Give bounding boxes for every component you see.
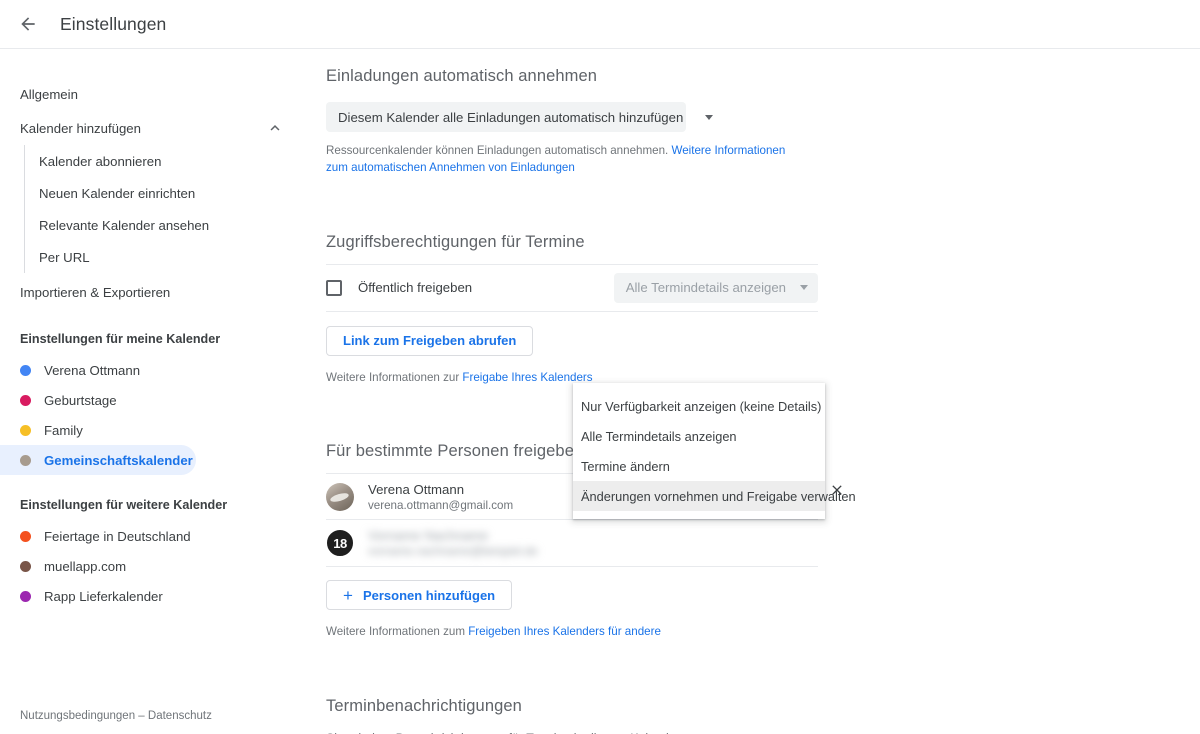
- auto-accept-select[interactable]: Diesem Kalender alle Einladungen automat…: [326, 102, 714, 132]
- settings-sidebar: Allgemein Kalender hinzufügen Kalender a…: [0, 49, 300, 734]
- auto-accept-select-value: Diesem Kalender alle Einladungen automat…: [338, 109, 684, 125]
- auto-accept-helper-text: Ressourcenkalender können Einladungen au…: [326, 143, 800, 177]
- close-icon: [832, 485, 842, 495]
- 18-plus-badge-avatar: 18: [326, 529, 354, 558]
- calendar-color-dot: [20, 394, 31, 406]
- sidebar-item-relevante-kalender-ansehen[interactable]: Relevante Kalender ansehen: [25, 209, 300, 241]
- calendar-label: Gemeinschaftskalender: [44, 452, 193, 468]
- footer-separator: –: [135, 710, 148, 722]
- sidebar-calendar-verena-ottmann[interactable]: Verena Ottmann: [0, 355, 196, 385]
- app-header: Einstellungen: [0, 0, 1200, 49]
- menu-item-label: Nur Verfügbarkeit anzeigen (keine Detail…: [581, 398, 822, 414]
- sidebar-item-importieren-exportieren[interactable]: Importieren & Exportieren: [0, 275, 300, 309]
- calendar-label: Verena Ottmann: [44, 362, 141, 378]
- sidebar-calendar-muellapp-com[interactable]: muellapp.com: [0, 551, 196, 581]
- sidebar-item-label: Kalender abonnieren: [39, 153, 162, 169]
- permission-dropdown-menu: Nur Verfügbarkeit anzeigen (keine Detail…: [573, 383, 856, 519]
- sidebar-item-allgemein[interactable]: Allgemein: [0, 77, 300, 111]
- sidebar-heading-other-calendars: Einstellungen für weitere Kalender: [20, 498, 228, 512]
- public-share-label: Öffentlich freigeben: [358, 280, 473, 296]
- public-share-checkbox[interactable]: [326, 279, 342, 296]
- page-title: Einstellungen: [60, 13, 167, 34]
- calendar-label: Geburtstage: [44, 392, 117, 408]
- calendar-label: Feiertage in Deutschland: [44, 528, 191, 544]
- person-row[interactable]: 18 Vorname Nachname vorname.nachname@bei…: [326, 520, 818, 568]
- share-people-helper-link[interactable]: Freigeben Ihres Kalenders für andere: [468, 625, 661, 638]
- sidebar-item-kalender-hinzufuegen[interactable]: Kalender hinzufügen: [0, 111, 300, 145]
- calendar-color-dot: [20, 530, 31, 542]
- sidebar-item-label: Relevante Kalender ansehen: [39, 217, 210, 233]
- person-email: verena.ottmann@gmail.com: [368, 498, 514, 512]
- add-people-button[interactable]: + Personen hinzufügen: [326, 580, 513, 611]
- sidebar-item-label: Neuen Kalender einrichten: [39, 185, 196, 201]
- arrow-back-icon: [21, 17, 35, 31]
- sidebar-calendar-gemeinschaftskalender[interactable]: Gemeinschaftskalender: [0, 445, 196, 475]
- chevron-down-icon: [705, 114, 714, 120]
- plus-icon: +: [343, 585, 353, 605]
- sidebar-item-label: Per URL: [39, 249, 90, 265]
- sidebar-subgroup-kalender-hinzufuegen: Kalender abonnieren Neuen Kalender einri…: [24, 145, 300, 273]
- sidebar-item-label: Kalender hinzufügen: [20, 120, 141, 136]
- terms-link[interactable]: Nutzungsbedingungen: [20, 710, 135, 722]
- sidebar-calendar-family[interactable]: Family: [0, 415, 196, 445]
- menu-item-label: Alle Termindetails anzeigen: [581, 428, 737, 444]
- public-share-visibility-value: Alle Termindetails anzeigen: [625, 280, 786, 296]
- sidebar-calendar-rapp-lieferkalender[interactable]: Rapp Lieferkalender: [0, 581, 196, 611]
- calendar-color-dot: [20, 560, 31, 572]
- menu-item-manage-sharing[interactable]: Änderungen vornehmen und Freigabe verwal…: [573, 481, 856, 511]
- public-share-checkbox-wrap[interactable]: Öffentlich freigeben: [326, 279, 473, 296]
- calendar-color-dot: [20, 424, 31, 436]
- avatar: [326, 482, 354, 511]
- chevron-up-icon: [270, 125, 280, 131]
- section-title-auto-accept: Einladungen automatisch annehmen: [326, 67, 598, 85]
- menu-item-all-details[interactable]: Alle Termindetails anzeigen: [573, 421, 825, 451]
- public-share-visibility-select[interactable]: Alle Termindetails anzeigen: [613, 272, 818, 303]
- sidebar-item-label: Importieren & Exportieren: [20, 284, 171, 300]
- section-title-permissions: Zugriffsberechtigungen für Termine: [326, 232, 585, 251]
- section-title-notifications: Terminbenachrichtigungen: [326, 697, 522, 716]
- calendar-label: muellapp.com: [44, 558, 127, 574]
- menu-item-label: Termine ändern: [581, 458, 670, 474]
- sidebar-heading-my-calendars: Einstellungen für meine Kalender: [20, 332, 221, 346]
- privacy-link[interactable]: Datenschutz: [148, 710, 212, 722]
- sidebar-item-label: Allgemein: [20, 86, 78, 102]
- person-name: Vorname Nachname: [368, 528, 489, 544]
- sidebar-item-per-url[interactable]: Per URL: [25, 241, 300, 273]
- calendar-label: Family: [44, 422, 83, 438]
- calendar-color-dot: [20, 590, 31, 602]
- person-email: vorname.nachname@beispiel.de: [368, 545, 538, 559]
- share-people-helper-prefix: Weitere Informationen zum: [326, 625, 469, 639]
- calendar-color-dot: [20, 454, 31, 466]
- add-people-button-label: Personen hinzufügen: [362, 587, 496, 603]
- chevron-down-icon: [800, 285, 808, 291]
- sidebar-calendar-feiertage-in-deutschland[interactable]: Feiertage in Deutschland: [0, 521, 196, 551]
- menu-item-label: Änderungen vornehmen und Freigabe verwal…: [581, 488, 856, 504]
- public-share-row: Öffentlich freigeben Alle Termindetails …: [326, 263, 818, 312]
- share-people-helper-text: Weitere Informationen zum Freigeben Ihre…: [326, 624, 800, 641]
- menu-item-availability-only[interactable]: Nur Verfügbarkeit anzeigen (keine Detail…: [573, 391, 825, 421]
- permissions-helper-prefix: Weitere Informationen zur: [326, 370, 463, 384]
- permissions-helper-link[interactable]: Freigabe Ihres Kalenders: [462, 371, 592, 384]
- get-share-link-button[interactable]: Link zum Freigeben abrufen: [326, 325, 534, 356]
- back-button[interactable]: [8, 4, 48, 44]
- calendar-label: Rapp Lieferkalender: [44, 588, 163, 604]
- auto-accept-helper-prefix: Ressourcenkalender können Einladungen au…: [326, 144, 672, 157]
- sidebar-item-kalender-abonnieren[interactable]: Kalender abonnieren: [25, 145, 300, 177]
- notifications-description: Sie erhalten Benachrichtigungen für Term…: [326, 730, 800, 734]
- person-name: Verena Ottmann: [368, 481, 465, 497]
- sidebar-footer: Nutzungsbedingungen – Datenschutz: [20, 710, 212, 722]
- menu-item-change-events[interactable]: Termine ändern: [573, 451, 825, 481]
- sidebar-item-neuen-kalender-einrichten[interactable]: Neuen Kalender einrichten: [25, 177, 300, 209]
- sidebar-calendar-geburtstage[interactable]: Geburtstage: [0, 385, 196, 415]
- remove-person-button[interactable]: [829, 482, 845, 498]
- calendar-color-dot: [20, 364, 31, 376]
